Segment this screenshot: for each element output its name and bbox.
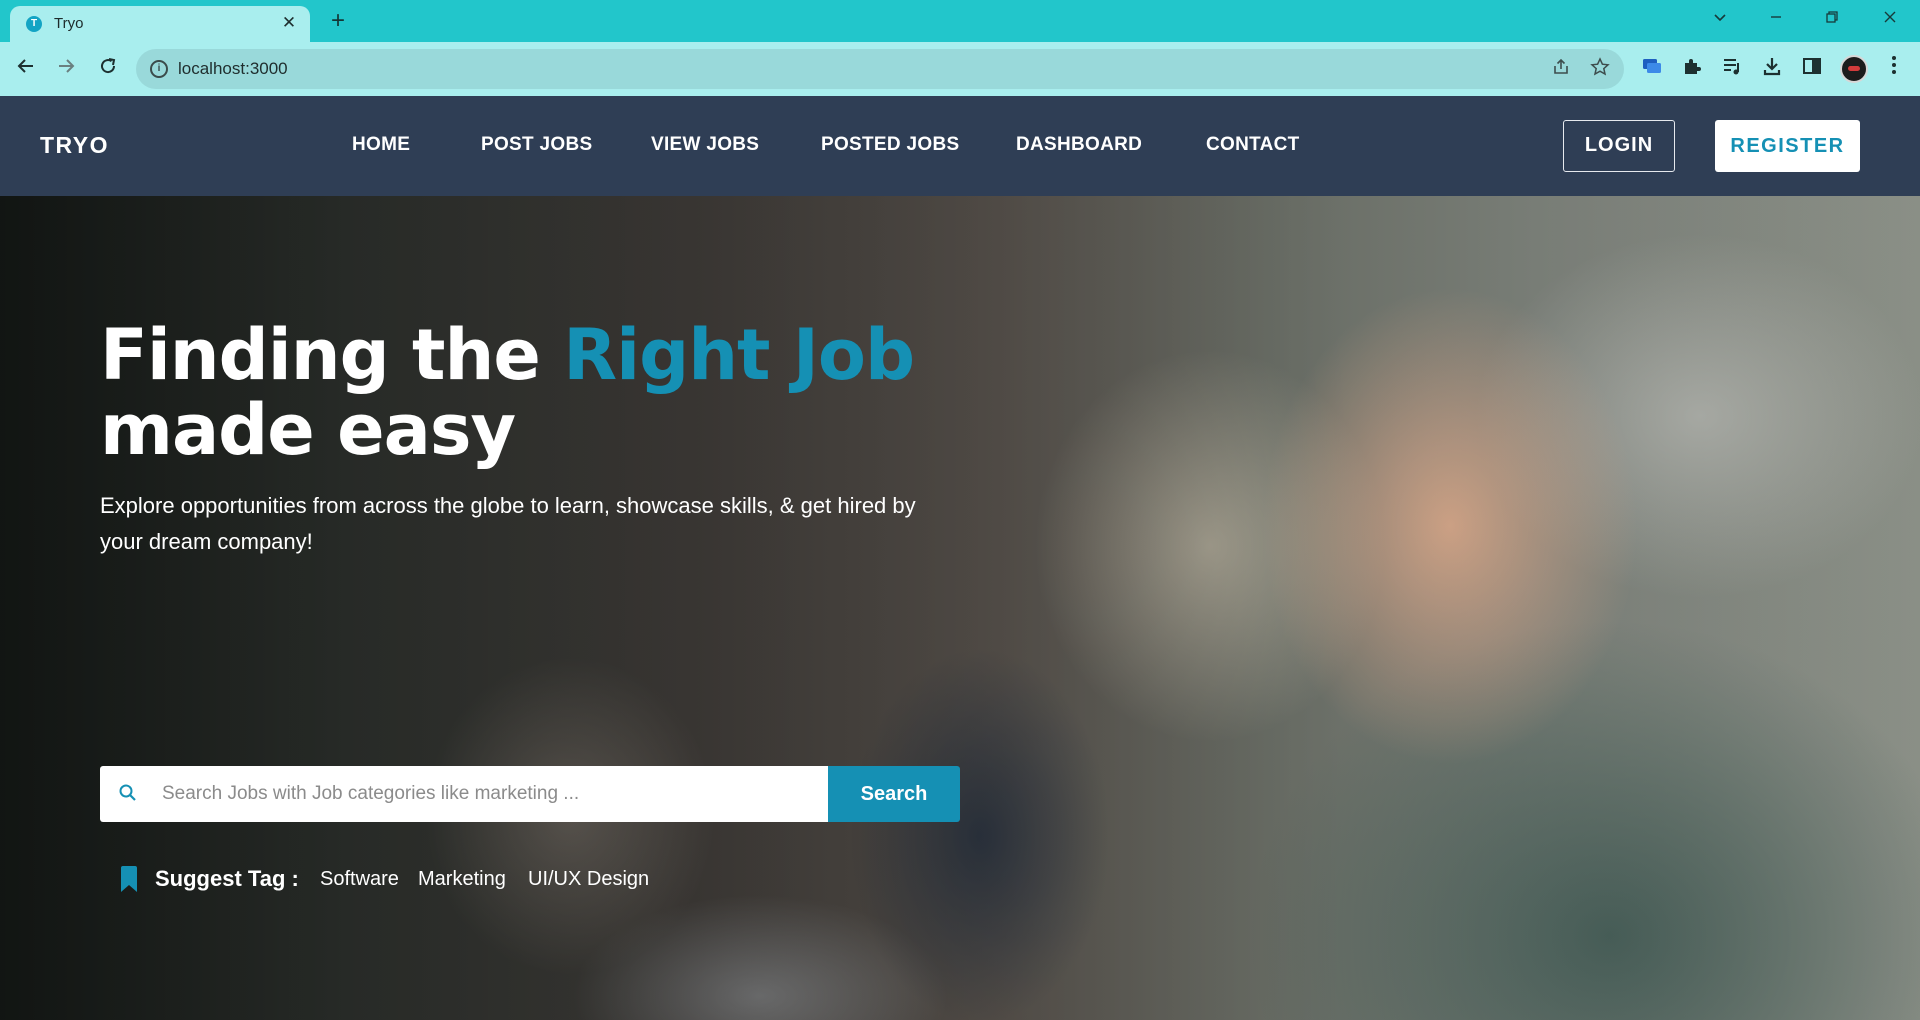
brand-logo[interactable]: TRYO [40,132,109,159]
back-icon[interactable] [12,55,40,83]
download-icon[interactable] [1758,55,1786,83]
nav-link-home[interactable]: HOME [352,134,410,156]
browser-toolbar: i localhost:3000 [0,42,1920,96]
tab-favicon-icon: T [26,16,42,32]
tag-software[interactable]: Software [320,868,399,891]
address-bar[interactable]: i localhost:3000 [136,49,1624,89]
media-queue-icon[interactable] [1718,55,1746,83]
nav-link-posted-jobs[interactable]: POSTED JOBS [821,134,959,156]
site-info-icon[interactable]: i [150,60,168,78]
search-icon [118,783,138,803]
new-tab-button[interactable]: + [324,8,352,36]
suggest-tag-label: Suggest Tag : [155,866,299,891]
minimize-icon[interactable] [1758,6,1794,34]
job-search-bar: Search [100,766,960,822]
extensions-puzzle-icon[interactable] [1678,55,1706,83]
tag-ui-ux-design[interactable]: UI/UX Design [528,868,649,891]
bookmark-icon [120,866,138,892]
profile-avatar[interactable] [1840,55,1868,83]
login-button[interactable]: LOGIN [1563,120,1675,172]
bookmark-star-icon[interactable] [1588,57,1612,81]
hero-title: Finding the Right Job made easy [100,318,1000,468]
window-close-icon[interactable] [1872,6,1908,34]
hero-section: Finding the Right Job made easy Explore o… [0,196,1920,1020]
hero-title-accent: Right Job [563,314,915,396]
search-input[interactable] [162,766,812,822]
reload-icon[interactable] [94,55,122,83]
search-field[interactable] [100,766,828,822]
site-navbar: TRYO HOME POST JOBS VIEW JOBS POSTED JOB… [0,96,1920,196]
share-icon[interactable] [1549,57,1573,81]
side-panel-icon[interactable] [1798,55,1826,83]
tag-marketing[interactable]: Marketing [418,868,506,891]
browser-tab[interactable]: T Tryo ✕ [10,6,310,42]
hero-title-part2: made easy [100,389,516,471]
more-menu-icon[interactable] [1880,55,1908,83]
hero-subtitle: Explore opportunities from across the gl… [100,493,916,554]
search-button[interactable]: Search [828,766,960,822]
register-button[interactable]: REGISTER [1715,120,1860,172]
extension-screen-icon[interactable] [1638,55,1666,83]
nav-link-view-jobs[interactable]: VIEW JOBS [651,134,759,156]
hero-title-part1: Finding the [100,314,564,396]
browser-tab-strip: T Tryo ✕ + [0,0,1920,42]
forward-icon[interactable] [52,55,80,83]
tab-search-chevron-icon[interactable] [1702,6,1738,34]
url-text[interactable]: localhost:3000 [178,59,288,79]
tab-title: Tryo [54,15,84,32]
nav-link-contact[interactable]: CONTACT [1206,134,1300,156]
restore-icon[interactable] [1814,6,1850,34]
tab-close-icon[interactable]: ✕ [278,12,300,34]
nav-link-post-jobs[interactable]: POST JOBS [481,134,592,156]
nav-link-dashboard[interactable]: DASHBOARD [1016,134,1142,156]
